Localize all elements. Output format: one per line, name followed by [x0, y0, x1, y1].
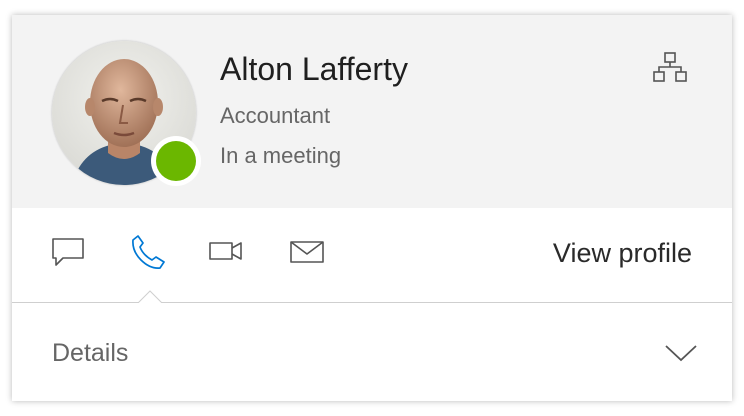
chevron-down-icon — [665, 345, 697, 362]
chat-icon — [52, 238, 84, 266]
contact-header: Alton Lafferty Accountant In a meeting — [12, 15, 732, 208]
video-icon — [209, 242, 242, 260]
contact-status: In a meeting — [220, 143, 342, 168]
presence-indicator — [151, 136, 201, 186]
contact-name: Alton Lafferty — [220, 51, 408, 87]
call-button[interactable] — [128, 232, 168, 272]
mail-icon — [290, 241, 324, 263]
phone-icon — [132, 235, 165, 269]
email-button[interactable] — [288, 238, 326, 266]
presence-dot — [156, 141, 196, 181]
org-chart-button[interactable] — [650, 47, 690, 87]
video-call-button[interactable] — [208, 238, 244, 264]
selected-tab-pointer — [138, 290, 162, 304]
org-chart-icon — [653, 52, 687, 82]
chat-button[interactable] — [50, 234, 86, 270]
view-profile-link[interactable]: View profile — [553, 238, 692, 269]
details-expander[interactable]: Details — [12, 303, 732, 401]
contact-card: Alton Lafferty Accountant In a meeting V… — [12, 15, 732, 401]
details-label: Details — [52, 339, 129, 367]
contact-job-title: Accountant — [220, 103, 331, 128]
action-bar: View profile — [12, 208, 732, 302]
